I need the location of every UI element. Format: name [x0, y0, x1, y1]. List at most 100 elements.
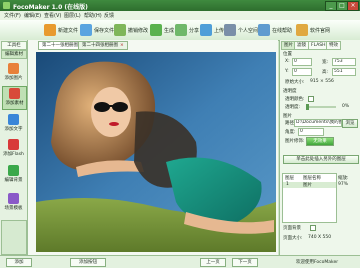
nav-add-image[interactable]: 添加图片 — [2, 62, 25, 84]
nav-add-material-label: 添加素材 — [5, 101, 24, 106]
nav-add-image-label: 添加图片 — [4, 76, 23, 81]
menu-feedback[interactable]: 反馈 — [104, 12, 114, 19]
width-input[interactable]: 753 — [332, 58, 356, 66]
nav-add-text-label: 添加文字 — [4, 127, 23, 132]
add-image-icon — [8, 63, 19, 74]
alpha-slider[interactable] — [306, 104, 336, 110]
workspace: 第二十一张相册图 × 第二十四张相册图× — [28, 40, 278, 255]
close-icon[interactable]: × — [120, 43, 124, 48]
next-page-button[interactable]: 下一页 — [232, 258, 258, 267]
nav-add-flash[interactable]: 添加Flash — [2, 138, 25, 160]
original-size-value: 915 × 556 — [310, 79, 334, 84]
title-bar: FocoMaker 1.0 (在线版) _ □ × — [0, 0, 360, 11]
left-nav: 工具栏 编辑素材 添加图片 添加素材 添加文字 添加Flash 编辑背景 场景模… — [0, 40, 28, 255]
tool-save-label: 保存文件 — [94, 28, 115, 34]
add-flash-icon — [8, 139, 19, 150]
template-icon — [8, 193, 19, 204]
layer-row[interactable]: 1 图片 — [283, 182, 336, 188]
status-add-page-button[interactable]: 添加按钮 — [70, 258, 106, 267]
menu-view[interactable]: 查看(V) — [44, 12, 61, 19]
zoom-label: 缩放: — [338, 176, 349, 181]
doc-tab-2[interactable]: 第二十四张相册图 × — [78, 41, 128, 50]
tab-effects[interactable]: 特效 — [326, 41, 341, 50]
image-section-title: 图片 — [283, 114, 292, 119]
home-icon — [296, 24, 308, 36]
menu-edit[interactable]: 编辑(E) — [24, 12, 41, 19]
page-background-checkbox[interactable] — [310, 225, 316, 231]
status-bar: 添加 添加按钮 上一页 下一页 欢迎使用FocoMaker — [0, 255, 360, 268]
add-material-icon — [9, 88, 20, 99]
add-text-icon — [8, 114, 19, 125]
y-input[interactable]: 0 — [292, 68, 312, 76]
help-icon — [258, 24, 270, 36]
status-add-button[interactable]: 添加 — [6, 258, 32, 267]
nav-template[interactable]: 场景模板 — [2, 192, 25, 214]
position-title: 位置 — [283, 52, 292, 57]
alpha-value: 0% — [342, 104, 350, 109]
layers-header-name: 图层名称 — [303, 176, 321, 181]
height-input[interactable]: 551 — [332, 68, 356, 76]
upload-icon — [200, 24, 212, 36]
nav-add-flash-label: 添加Flash — [3, 152, 24, 157]
nav-background[interactable]: 编辑背景 — [2, 164, 25, 186]
x-label: X: — [285, 59, 290, 64]
y-label: Y: — [285, 69, 289, 74]
generate-icon — [150, 24, 162, 36]
close-button[interactable]: × — [347, 1, 359, 11]
doc-tab-1-label: 第二十一张相册图 — [42, 43, 78, 48]
path-input[interactable]: D:\Documents\我的图 — [294, 119, 342, 127]
nav-tab-tools[interactable]: 工具栏 — [1, 41, 27, 50]
original-size-label: 原始大小: — [285, 80, 305, 85]
tool-help-label: 在线帮助 — [272, 28, 293, 34]
tool-user-label: 个人空间 — [238, 28, 259, 34]
x-input[interactable]: 0 — [292, 58, 312, 66]
nav-scroll-area[interactable] — [1, 220, 27, 255]
app-logo-icon — [3, 2, 10, 9]
page-size-value: 740 X 550 — [308, 235, 332, 240]
photo-canvas[interactable] — [36, 52, 276, 252]
rotate-input[interactable]: 0 — [298, 128, 324, 136]
alpha-slider-knob[interactable] — [306, 104, 309, 110]
alpha-color-label: 透明颜色: — [285, 97, 305, 102]
browse-button[interactable]: 浏览 — [342, 119, 358, 128]
tool-generate-label: 生成 — [164, 28, 175, 34]
window-title: FocoMaker 1.0 (在线版) — [13, 4, 88, 11]
layers-header-num: 图层 — [285, 176, 294, 181]
share-icon — [175, 24, 187, 36]
tab-filter[interactable]: 滤镜 — [294, 41, 309, 50]
rotate-label: 角度: — [285, 130, 296, 135]
layer-name: 图片 — [303, 183, 312, 188]
background-icon — [8, 165, 19, 176]
nav-background-label: 编辑背景 — [4, 178, 23, 183]
tool-undo-label: 撤销修改 — [128, 28, 149, 34]
page-size-label: 页面大小: — [283, 236, 303, 241]
alpha-color-checkbox[interactable] — [308, 96, 314, 102]
nav-add-text[interactable]: 添加文字 — [2, 113, 25, 135]
menu-file[interactable]: 文件(F) — [4, 12, 21, 19]
nav-tab-edit[interactable]: 编辑素材 — [1, 50, 27, 59]
prev-page-button[interactable]: 上一页 — [200, 258, 226, 267]
page-background-label: 页面背景 — [283, 226, 301, 231]
layers-list: 图层 图层名称 1 图片 — [282, 173, 337, 223]
tool-home-label: 软件官网 — [310, 28, 331, 34]
alpha-label: 透明度: — [285, 105, 301, 110]
tool-share-label: 分享 — [189, 28, 200, 34]
insert-layer-button[interactable]: 单击此处插入另外的图层 — [283, 155, 359, 164]
layer-num: 1 — [286, 182, 289, 187]
doc-tab-2-label: 第二十四张相册图 — [82, 43, 118, 48]
tool-upload-label: 上传 — [214, 28, 225, 34]
alpha-title: 透明度 — [283, 89, 297, 94]
no-effect-button[interactable]: 无效果 — [306, 137, 334, 146]
menu-layer[interactable]: 图层(L) — [64, 12, 81, 19]
nav-add-material[interactable]: 添加素材 — [2, 86, 27, 110]
tool-new-label: 新建文件 — [58, 28, 79, 34]
zoom-value: 97% — [338, 182, 349, 187]
status-welcome-text: 欢迎使用FocoMaker — [296, 260, 339, 265]
width-label: 宽: — [322, 60, 329, 65]
properties-panel: 图片 滤镜 FLASH 特效 位置 X: 0 宽: 753 Y: 0 高: 55… — [279, 40, 360, 255]
nav-template-label: 场景模板 — [4, 206, 23, 211]
photo-image — [36, 52, 276, 252]
menu-help[interactable]: 帮助(H) — [84, 12, 102, 19]
undo-icon — [114, 24, 126, 36]
new-icon — [44, 24, 56, 36]
